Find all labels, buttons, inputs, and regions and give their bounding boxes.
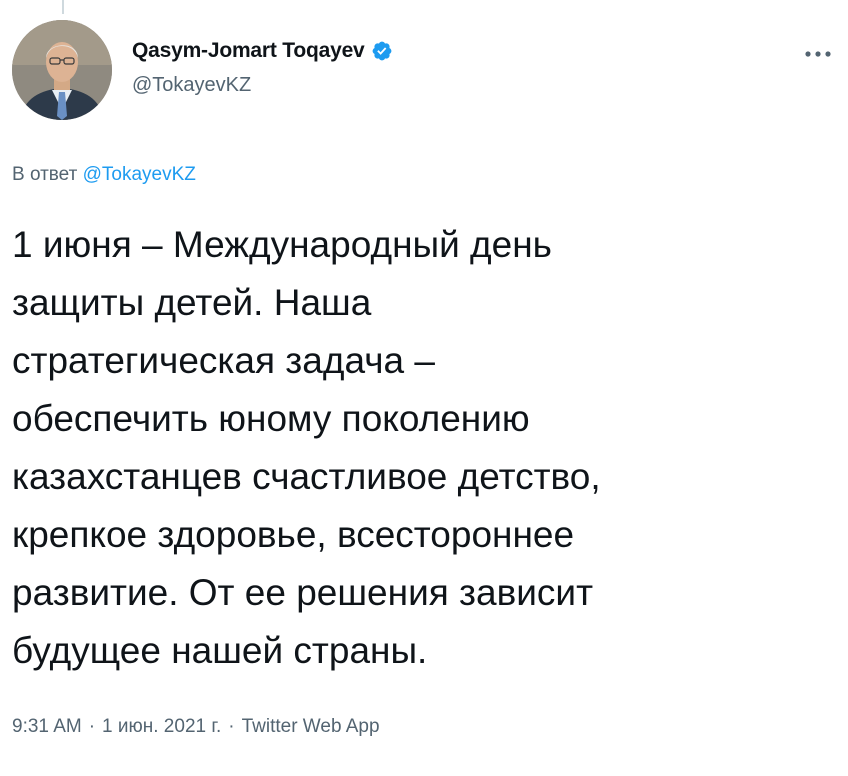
thread-connector-line (62, 0, 64, 14)
more-horizontal-icon (805, 51, 831, 57)
tweet-time[interactable]: 9:31 AM (12, 716, 82, 738)
avatar-image (12, 20, 112, 120)
display-name[interactable]: Qasym-Jomart Toqayev (132, 39, 365, 63)
reply-mention-link[interactable]: @TokayevKZ (83, 164, 196, 185)
tweet-metadata: 9:31 AM · 1 июн. 2021 г. · Twitter Web A… (12, 716, 380, 738)
author-handle[interactable]: @TokayevKZ (132, 74, 393, 97)
tweet-text: 1 июня – Международный день защиты детей… (12, 224, 601, 671)
meta-separator: · (88, 716, 96, 737)
reply-prefix: В ответ (12, 164, 78, 185)
tweet-source-link[interactable]: Twitter Web App (242, 716, 380, 738)
author-names: Qasym-Jomart Toqayev @TokayevKZ (132, 36, 393, 97)
avatar[interactable] (12, 20, 112, 120)
display-name-row: Qasym-Jomart Toqayev (132, 36, 393, 66)
more-options-button[interactable] (800, 42, 836, 66)
reply-context: В ответ @TokayevKZ (12, 164, 196, 186)
tweet-date[interactable]: 1 июн. 2021 г. (102, 716, 221, 738)
tweet-header: Qasym-Jomart Toqayev @TokayevKZ (12, 20, 836, 124)
verified-badge-icon (372, 41, 391, 61)
meta-separator: · (228, 716, 235, 737)
